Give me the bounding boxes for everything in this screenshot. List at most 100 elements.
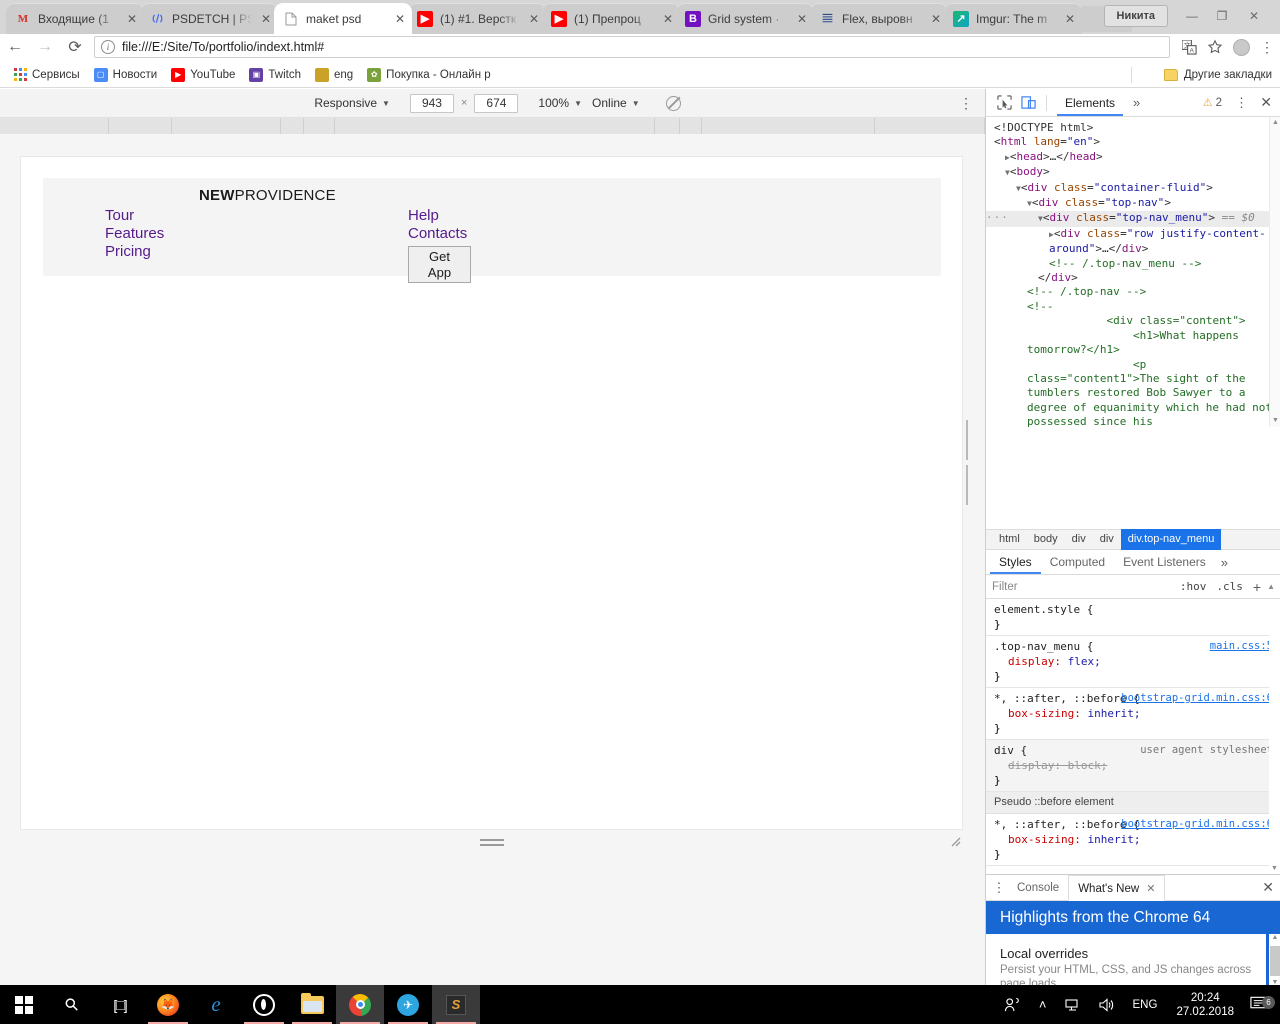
bookmark-item[interactable]: eng [309, 65, 359, 85]
tab-close-icon[interactable]: ✕ [1062, 11, 1078, 27]
nav-link-features[interactable]: Features [105, 225, 164, 243]
task-view-button[interactable]: [□] [96, 985, 144, 1024]
back-button[interactable]: ← [0, 34, 30, 60]
styles-scroll-up-icon[interactable]: ▲ [1267, 582, 1275, 591]
devtools-kebab-icon[interactable]: ⋮ [1235, 95, 1248, 111]
clock[interactable]: 20:24 27.02.2018 [1166, 991, 1244, 1019]
browser-tab[interactable]: Flex, выровн ✕ [810, 3, 948, 34]
viewport-height-input[interactable]: 674 [474, 94, 518, 113]
language-indicator[interactable]: ENG [1124, 999, 1167, 1011]
scrollbar-thumb[interactable] [1270, 946, 1280, 976]
breadcrumb-div[interactable]: div [1093, 529, 1121, 550]
style-property[interactable]: box-sizing: inherit; [994, 706, 1273, 721]
styles-scrollbar[interactable]: ▼ [1269, 599, 1280, 874]
translate-icon[interactable]: 文A [1176, 35, 1202, 59]
dom-tree-scrollbar[interactable]: ▲ ▼ [1269, 117, 1280, 427]
breadcrumb-body[interactable]: body [1027, 529, 1065, 550]
dom-node-line[interactable]: ···▼<div class="top-nav_menu"> == $0 [986, 211, 1280, 226]
notifications-button[interactable]: 6 [1244, 996, 1280, 1013]
browser-tab[interactable]: B Grid system · ✕ [676, 3, 814, 34]
browser-tab[interactable]: ▶ (1) Препроц ✕ [542, 3, 680, 34]
style-property-value[interactable]: block; [1068, 759, 1108, 772]
breadcrumb-html[interactable]: html [992, 529, 1027, 550]
taskbar-app-chrome[interactable] [336, 985, 384, 1024]
style-rule-origin[interactable]: bootstrap-grid.min.css:6 [1121, 817, 1273, 832]
bookmark-item[interactable]: ✿ Покупка - Онлайн р [361, 65, 496, 85]
tab-close-icon[interactable]: ✕ [660, 11, 676, 27]
scroll-down-icon[interactable]: ▼ [1270, 415, 1280, 427]
tab-elements[interactable]: Elements [1057, 89, 1123, 116]
people-icon[interactable] [995, 997, 1030, 1012]
tab-close-icon[interactable]: ✕ [794, 11, 810, 27]
device-toggle-icon[interactable] [1016, 92, 1040, 114]
dom-node-line[interactable]: ▶<div class="row justify-content-around"… [986, 227, 1280, 257]
viewport-resize-handle-bottom[interactable] [20, 832, 963, 854]
more-panels-icon[interactable]: » [1133, 95, 1140, 110]
styles-filter-input[interactable]: Filter [992, 581, 1018, 593]
whats-new-scrollbar[interactable]: ▲ ▼ [1269, 934, 1280, 986]
dom-node-line[interactable]: <!DOCTYPE html> [986, 121, 1280, 135]
taskbar-app-sublime-text[interactable]: S [432, 985, 480, 1024]
dom-node-line[interactable]: <html lang="en"> [986, 135, 1280, 149]
inspect-cursor-icon[interactable] [992, 92, 1016, 114]
warning-count-indicator[interactable]: ⚠ 2 [1203, 96, 1222, 109]
no-throttling-icon[interactable] [666, 96, 681, 111]
show-hidden-icons-icon[interactable]: ˄ [1030, 997, 1056, 1012]
tab-close-icon[interactable]: ✕ [392, 11, 408, 27]
drawer-tab-close-icon[interactable]: ✕ [1146, 883, 1155, 895]
style-property[interactable]: display: block; [994, 758, 1273, 773]
network-icon[interactable] [1056, 998, 1090, 1012]
profile-name-button[interactable]: Никита [1104, 5, 1168, 27]
style-rule-origin[interactable]: main.css:5 [1210, 639, 1273, 654]
other-bookmarks-button[interactable]: Другие закладки [1164, 69, 1272, 81]
drawer-tab-console[interactable]: Console [1008, 875, 1068, 900]
cls-toggle[interactable]: .cls [1216, 580, 1243, 593]
dom-node-line[interactable]: <h1>What happens tomorrow?</h1> [986, 329, 1280, 358]
nav-link-contacts[interactable]: Contacts [408, 225, 467, 243]
forward-button[interactable]: → [30, 34, 60, 60]
bookmark-item[interactable]: ▶ YouTube [165, 65, 241, 85]
drawer-close-icon[interactable]: ✕ [1262, 879, 1274, 896]
device-selector[interactable]: Responsive ▼ [314, 96, 390, 110]
browser-tab-active[interactable]: maket psd ✕ [274, 3, 412, 34]
devtools-close-icon[interactable]: ✕ [1260, 94, 1272, 111]
dom-node-line[interactable]: <div class="content"> [986, 314, 1280, 328]
breadcrumb-div-top-nav-menu[interactable]: div.top-nav_menu [1121, 529, 1222, 550]
tab-close-icon[interactable]: ✕ [526, 11, 542, 27]
address-bar[interactable]: i file:///E:/Site/To/portfolio/indext.ht… [94, 36, 1170, 58]
taskbar-app-opera[interactable] [240, 985, 288, 1024]
viewport-resize-handle-corner[interactable] [948, 834, 964, 850]
style-rule[interactable]: .top-nav_menu {main.css:5display: flex;} [986, 636, 1280, 688]
dom-node-line[interactable]: <!-- [986, 300, 1280, 314]
viewport-width-input[interactable]: 943 [410, 94, 454, 113]
dom-node-ellipsis[interactable]: ··· [986, 211, 1009, 225]
window-close-button[interactable]: ✕ [1240, 3, 1268, 28]
new-style-rule-icon[interactable]: + [1253, 579, 1261, 595]
style-rule-origin[interactable]: bootstrap-grid.min.css:6 [1121, 691, 1273, 706]
browser-tab[interactable]: M Входящие (1 ✕ [6, 3, 144, 34]
style-property[interactable]: box-sizing: inherit; [994, 832, 1273, 847]
scroll-up-icon[interactable]: ▲ [1270, 117, 1280, 129]
tab-close-icon[interactable]: ✕ [124, 11, 140, 27]
reload-button[interactable]: ⟳ [60, 34, 90, 60]
window-minimize-button[interactable]: — [1178, 3, 1206, 28]
search-button[interactable]: ⚲ [48, 985, 96, 1024]
network-throttle-selector[interactable]: Online ▼ [592, 96, 640, 110]
drawer-tab-whats-new[interactable]: What's New✕ [1068, 875, 1165, 901]
tab-close-icon[interactable]: ✕ [258, 11, 274, 27]
tab-close-icon[interactable]: ✕ [928, 11, 944, 27]
dom-node-line[interactable]: ▼<div class="container-fluid"> [986, 181, 1280, 196]
dom-tree[interactable]: <!DOCTYPE html><html lang="en">▶<head>…<… [986, 117, 1280, 427]
bookmark-item[interactable]: Сервисы [7, 65, 86, 85]
tab-computed[interactable]: Computed [1041, 550, 1114, 574]
nav-link-pricing[interactable]: Pricing [105, 243, 164, 261]
chrome-menu-icon[interactable]: ⋮ [1254, 35, 1280, 59]
styles-rules-list[interactable]: element.style {}.top-nav_menu {main.css:… [986, 599, 1280, 874]
volume-icon[interactable] [1090, 998, 1124, 1012]
dom-node-line[interactable]: <p class="content1">The sight of the tum… [986, 358, 1280, 428]
nav-link-help[interactable]: Help [408, 207, 467, 225]
whats-new-item[interactable]: Local overrides Persist your HTML, CSS, … [1000, 946, 1267, 986]
dom-node-line[interactable]: </div> [986, 271, 1280, 285]
browser-tab[interactable]: PSDETCH | PS ✕ [140, 3, 278, 34]
style-property-value[interactable]: flex; [1068, 655, 1101, 668]
